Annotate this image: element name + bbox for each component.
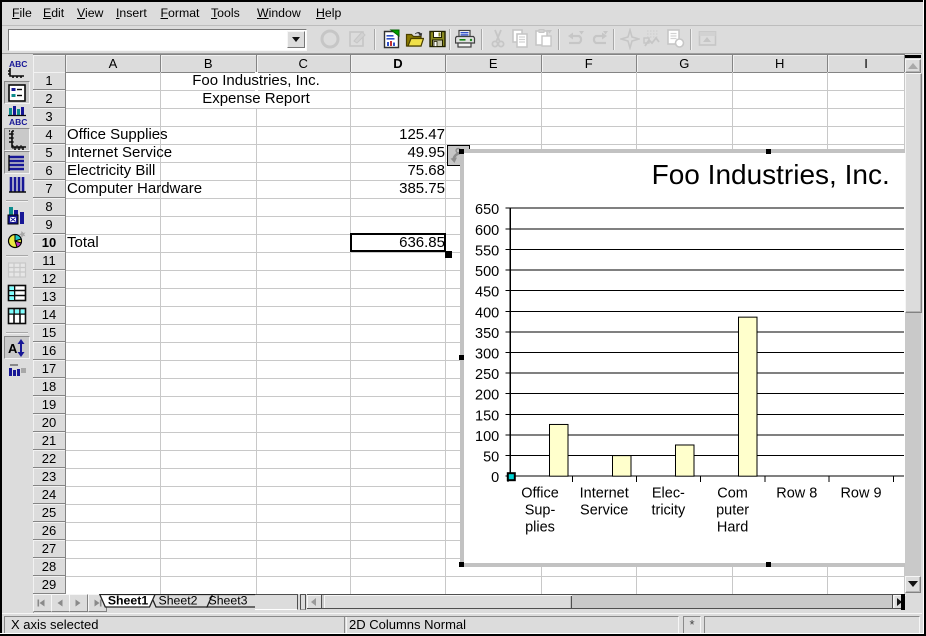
svg-text:Internet: Internet <box>579 485 628 501</box>
svg-text:Sheet1: Sheet1 <box>108 594 148 608</box>
svg-text:50: 50 <box>483 450 499 466</box>
svg-text:ABC: ABC <box>9 59 27 69</box>
svg-text:Service: Service <box>580 502 628 518</box>
svg-text:tricity: tricity <box>651 502 686 518</box>
svg-text:Row 8: Row 8 <box>776 485 817 501</box>
svg-text:plies: plies <box>525 519 555 535</box>
svg-text:650: 650 <box>475 202 499 218</box>
svg-text:Row 9: Row 9 <box>840 485 881 501</box>
svg-text:600: 600 <box>475 223 499 239</box>
svg-text:Office: Office <box>521 485 559 501</box>
svg-text:500: 500 <box>475 264 499 280</box>
svg-text:250: 250 <box>475 367 499 383</box>
svg-text:Hard: Hard <box>716 519 747 535</box>
svg-text:Elec-: Elec- <box>651 485 684 501</box>
svg-text:450: 450 <box>475 285 499 301</box>
svg-text:150: 150 <box>475 408 499 424</box>
svg-text:300: 300 <box>475 347 499 363</box>
svg-text:350: 350 <box>475 326 499 342</box>
svg-text:400: 400 <box>475 305 499 321</box>
svg-text:ABC: ABC <box>9 117 27 126</box>
svg-text:Com: Com <box>717 485 748 501</box>
svg-text:A: A <box>8 341 18 356</box>
svg-text:Sheet2: Sheet2 <box>159 594 198 608</box>
svg-text:100: 100 <box>475 429 499 445</box>
svg-text:550: 550 <box>475 243 499 259</box>
svg-text:Sheet3: Sheet3 <box>209 594 248 608</box>
svg-text:Sup-: Sup- <box>524 502 555 518</box>
svg-text:200: 200 <box>475 388 499 404</box>
svg-text:puter: puter <box>716 502 749 518</box>
svg-text:0: 0 <box>491 470 499 486</box>
